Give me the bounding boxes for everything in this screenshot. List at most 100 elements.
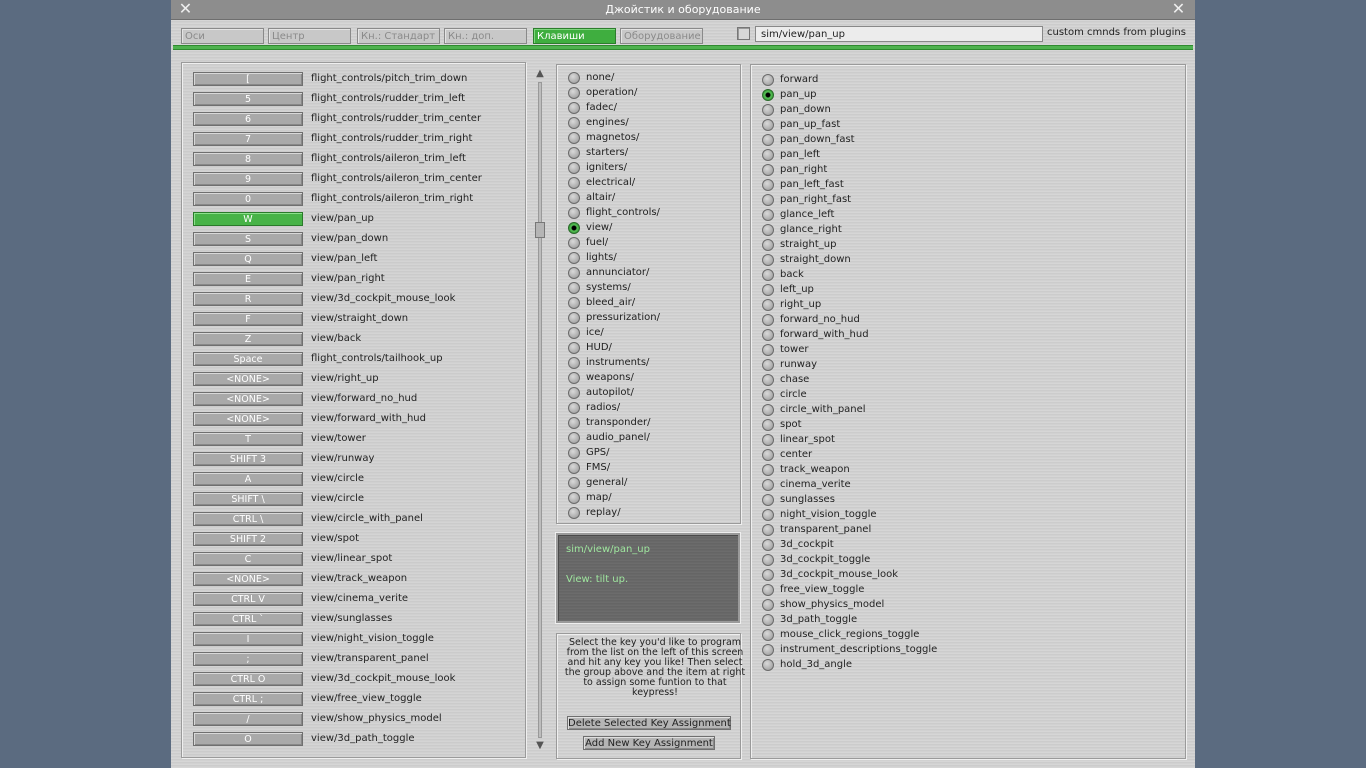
key-button[interactable]: SHIFT 3 <box>193 452 303 466</box>
radio-button-icon[interactable] <box>762 344 774 356</box>
radio-button-icon[interactable] <box>762 449 774 461</box>
radio-button-icon[interactable] <box>762 224 774 236</box>
key-row[interactable]: <NONE> view/track_weapon <box>193 570 523 590</box>
key-row[interactable]: CTRL ` view/sunglasses <box>193 610 523 630</box>
key-row[interactable]: Tview/tower <box>193 430 523 450</box>
key-row[interactable]: Oview/3d_path_toggle <box>193 730 523 750</box>
radio-button-icon[interactable] <box>762 629 774 641</box>
radio-button-icon[interactable] <box>568 357 580 369</box>
tab-5[interactable]: Оборудование <box>620 28 703 44</box>
key-button[interactable]: CTRL ; <box>193 692 303 706</box>
radio-button-icon[interactable] <box>762 254 774 266</box>
radio-button-icon[interactable] <box>762 554 774 566</box>
key-button[interactable]: 8 <box>193 152 303 166</box>
radio-button-icon[interactable] <box>568 282 580 294</box>
key-row[interactable]: SHIFT \ view/circle <box>193 490 523 510</box>
key-button[interactable]: E <box>193 272 303 286</box>
close-left-icon[interactable]: ✕ <box>177 1 194 18</box>
radio-button-icon[interactable] <box>762 524 774 536</box>
radio-button-icon[interactable] <box>762 539 774 551</box>
key-button[interactable]: Q <box>193 252 303 266</box>
radio-button-icon[interactable] <box>762 509 774 521</box>
radio-button-icon[interactable] <box>762 389 774 401</box>
scroll-track[interactable] <box>538 82 542 738</box>
key-button[interactable]: SHIFT 2 <box>193 532 303 546</box>
radio-button-icon[interactable] <box>568 72 580 84</box>
radio-button-icon[interactable] <box>762 239 774 251</box>
radio-button-icon[interactable] <box>762 494 774 506</box>
key-row[interactable]: Sview/pan_down <box>193 230 523 250</box>
radio-button-icon[interactable] <box>762 134 774 146</box>
radio-button-icon[interactable] <box>568 132 580 144</box>
key-button[interactable]: F <box>193 312 303 326</box>
key-button[interactable]: ; <box>193 652 303 666</box>
radio-button-icon[interactable] <box>568 342 580 354</box>
scroll-up-icon[interactable]: ▲ <box>534 68 546 80</box>
key-button[interactable]: <NONE> <box>193 412 303 426</box>
key-row[interactable]: Qview/pan_left <box>193 250 523 270</box>
radio-button-icon[interactable] <box>762 89 774 101</box>
key-button[interactable]: 7 <box>193 132 303 146</box>
key-row[interactable]: SHIFT 2 view/spot <box>193 530 523 550</box>
key-row[interactable]: Wview/pan_up <box>193 210 523 230</box>
radio-button-icon[interactable] <box>762 644 774 656</box>
add-key-assignment-button[interactable]: Add New Key Assignment <box>583 736 715 750</box>
key-row[interactable]: SHIFT 3 view/runway <box>193 450 523 470</box>
radio-button-icon[interactable] <box>568 327 580 339</box>
key-row[interactable]: [flight_controls/pitch_trim_down <box>193 70 523 90</box>
tab-2[interactable]: Кн.: Стандарт <box>357 28 440 44</box>
key-button[interactable]: O <box>193 732 303 746</box>
key-row[interactable]: CTRL V view/cinema_verite <box>193 590 523 610</box>
close-right-icon[interactable]: ✕ <box>1170 1 1187 18</box>
key-button[interactable]: CTRL ` <box>193 612 303 626</box>
key-button[interactable]: [ <box>193 72 303 86</box>
radio-button-icon[interactable] <box>762 179 774 191</box>
key-row[interactable]: Iview/night_vision_toggle <box>193 630 523 650</box>
radio-button-icon[interactable] <box>762 569 774 581</box>
key-row[interactable]: CTRL ; view/free_view_toggle <box>193 690 523 710</box>
key-button[interactable]: <NONE> <box>193 572 303 586</box>
key-row[interactable]: Space flight_controls/tailhook_up <box>193 350 523 370</box>
radio-button-icon[interactable] <box>762 419 774 431</box>
key-row[interactable]: 6 flight_controls/rudder_trim_center <box>193 110 523 130</box>
key-button[interactable]: CTRL V <box>193 592 303 606</box>
radio-button-icon[interactable] <box>762 434 774 446</box>
radio-button-icon[interactable] <box>762 104 774 116</box>
radio-button-icon[interactable] <box>568 117 580 129</box>
radio-button-icon[interactable] <box>568 192 580 204</box>
delete-key-assignment-button[interactable]: Delete Selected Key Assignment <box>567 716 731 730</box>
key-button[interactable]: C <box>193 552 303 566</box>
key-button[interactable]: Z <box>193 332 303 346</box>
radio-button-icon[interactable] <box>568 447 580 459</box>
key-row[interactable]: ; view/transparent_panel <box>193 650 523 670</box>
radio-button-icon[interactable] <box>762 209 774 221</box>
key-row[interactable]: Aview/circle <box>193 470 523 490</box>
radio-button-icon[interactable] <box>762 659 774 671</box>
radio-button-icon[interactable] <box>568 162 580 174</box>
key-row[interactable]: CTRL \ view/circle_with_panel <box>193 510 523 530</box>
radio-button-icon[interactable] <box>762 149 774 161</box>
key-button[interactable]: CTRL \ <box>193 512 303 526</box>
radio-button-icon[interactable] <box>762 284 774 296</box>
radio-button-icon[interactable] <box>568 87 580 99</box>
radio-button-icon[interactable] <box>568 222 580 234</box>
radio-button-icon[interactable] <box>762 404 774 416</box>
key-list-scrollbar[interactable]: ▲ ▼ <box>534 68 546 752</box>
key-row[interactable]: Zview/back <box>193 330 523 350</box>
key-button[interactable]: Space <box>193 352 303 366</box>
key-button[interactable]: / <box>193 712 303 726</box>
radio-button-icon[interactable] <box>762 119 774 131</box>
radio-button-icon[interactable] <box>568 507 580 519</box>
key-row[interactable]: Rview/3d_cockpit_mouse_look <box>193 290 523 310</box>
scroll-down-icon[interactable]: ▼ <box>534 740 546 752</box>
radio-button-icon[interactable] <box>568 312 580 324</box>
radio-button-icon[interactable] <box>762 329 774 341</box>
key-button[interactable]: W <box>193 212 303 226</box>
tab-3[interactable]: Кн.: доп. <box>444 28 527 44</box>
key-row[interactable]: <NONE> view/forward_no_hud <box>193 390 523 410</box>
scroll-thumb[interactable] <box>535 222 545 238</box>
radio-button-icon[interactable] <box>762 314 774 326</box>
radio-button-icon[interactable] <box>762 614 774 626</box>
plugins-checkbox[interactable] <box>737 27 750 40</box>
key-button[interactable]: 9 <box>193 172 303 186</box>
